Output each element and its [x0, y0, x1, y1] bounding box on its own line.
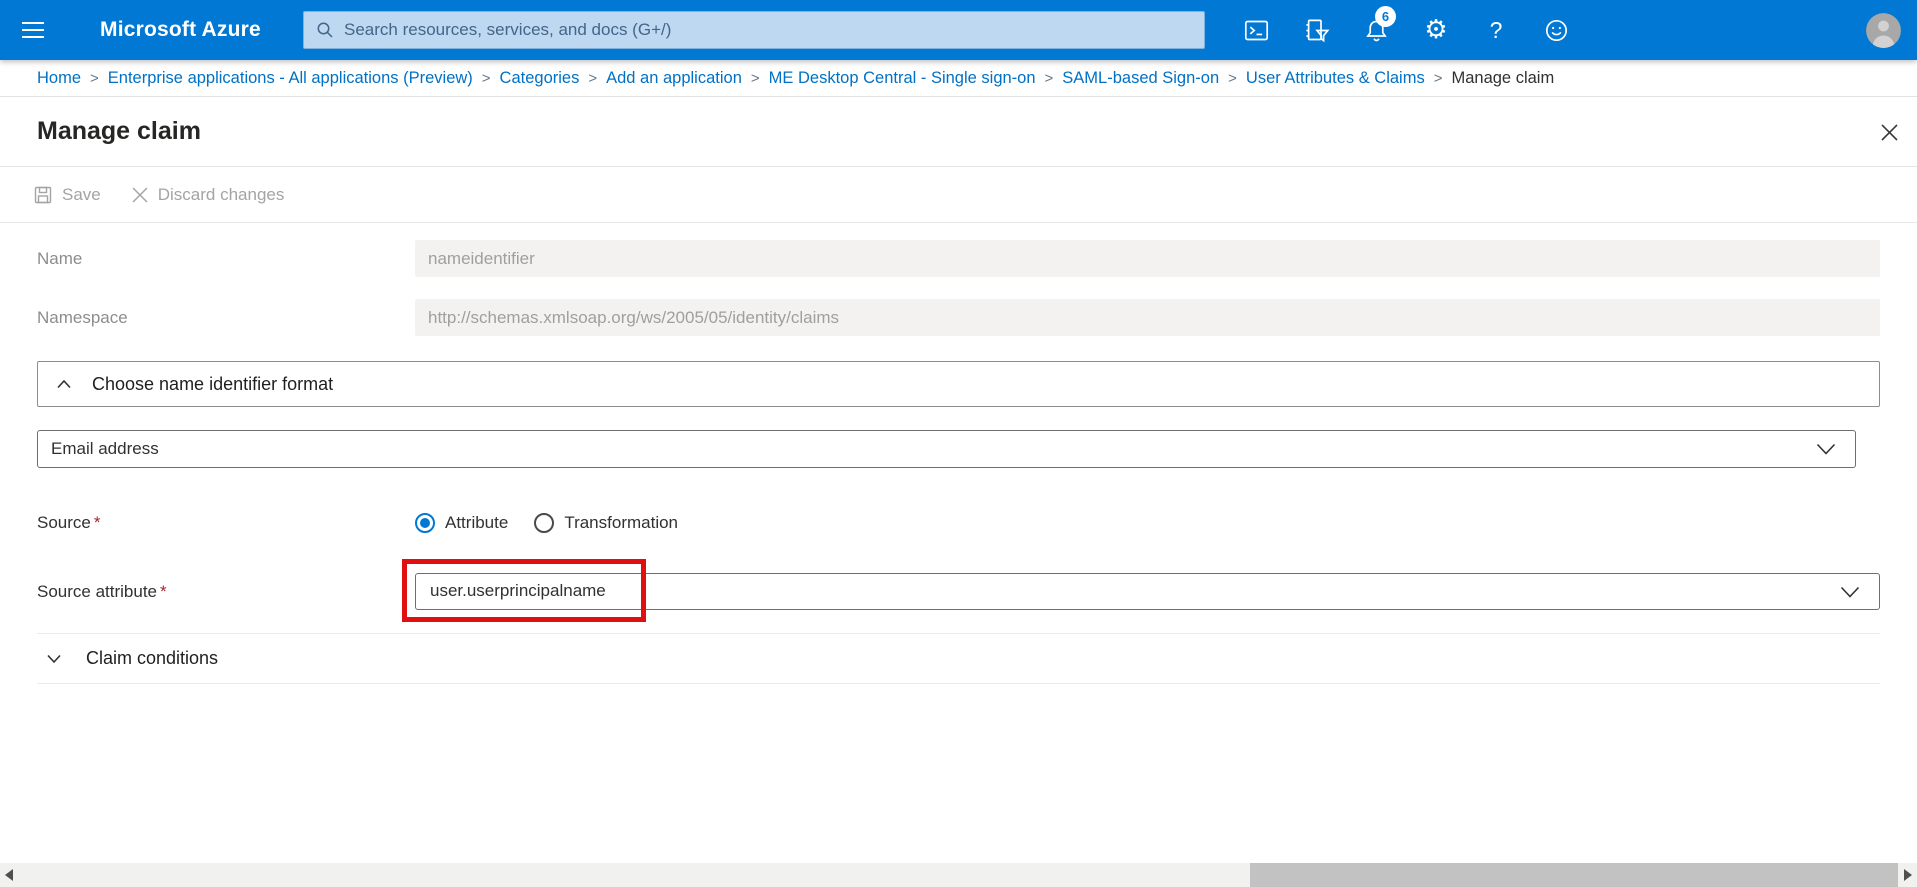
chevron-down-icon	[1816, 443, 1836, 455]
discard-changes-label: Discard changes	[157, 184, 285, 204]
breadcrumb-me-desktop-central-sso[interactable]: ME Desktop Central - Single sign-on	[769, 69, 1036, 88]
discard-x-icon	[132, 186, 148, 203]
source-label: Source *	[37, 513, 101, 532]
source-option-transformation[interactable]: Transformation	[534, 513, 678, 533]
command-bar: Save Discard changes	[0, 167, 1917, 223]
chevron-up-icon	[57, 379, 71, 389]
breadcrumb-home[interactable]: Home	[37, 69, 81, 88]
name-identifier-format-selected: Email address	[51, 439, 159, 458]
azure-top-bar: Microsoft Azure 6	[0, 0, 1917, 60]
help-icon[interactable]: ?	[1466, 0, 1526, 60]
chevron-down-icon	[1840, 586, 1860, 598]
scroll-left-arrow[interactable]	[5, 869, 13, 881]
account-avatar[interactable]	[1866, 13, 1901, 48]
save-label: Save	[62, 184, 101, 204]
breadcrumb-categories[interactable]: Categories	[500, 69, 580, 88]
discard-changes-button[interactable]: Discard changes	[131, 184, 285, 205]
save-icon	[34, 186, 52, 203]
search-input[interactable]	[344, 20, 1192, 40]
source-radio-group: Attribute Transformation	[415, 513, 678, 533]
page-title: Manage claim	[37, 117, 201, 145]
choose-name-identifier-format-label: Choose name identifier format	[92, 373, 334, 394]
settings-gear-icon[interactable]: ⚙	[1406, 0, 1466, 60]
notifications-bell-icon[interactable]: 6	[1346, 0, 1406, 60]
brand-title: Microsoft Azure	[100, 18, 261, 41]
scroll-right-arrow[interactable]	[1904, 869, 1912, 881]
directory-filter-icon[interactable]	[1286, 0, 1346, 60]
name-input: nameidentifier	[415, 240, 1880, 277]
namespace-label: Namespace	[37, 307, 128, 327]
breadcrumb-saml-based-sign-on[interactable]: SAML-based Sign-on	[1062, 69, 1219, 88]
breadcrumb-manage-claim-current: Manage claim	[1451, 68, 1555, 87]
name-label: Name	[37, 248, 83, 268]
source-attribute-label: Source attribute *	[37, 581, 167, 601]
claim-conditions-section[interactable]: Claim conditions	[37, 634, 1880, 683]
horizontal-scrollbar[interactable]	[0, 863, 1917, 887]
source-option-attribute[interactable]: Attribute	[415, 513, 508, 533]
namespace-input: http://schemas.xmlsoap.org/ws/2005/05/id…	[415, 299, 1880, 336]
required-asterisk: *	[93, 513, 101, 532]
source-attribute-value: user.userprincipalname	[430, 581, 606, 600]
required-asterisk: *	[160, 581, 167, 601]
breadcrumb-add-an-application[interactable]: Add an application	[606, 69, 742, 88]
close-icon[interactable]	[1877, 120, 1901, 144]
source-attribute-combobox[interactable]: user.userprincipalname	[415, 573, 1880, 610]
breadcrumb: Home > Enterprise applications - All app…	[0, 60, 1917, 97]
cloud-shell-icon[interactable]	[1226, 0, 1286, 60]
save-button[interactable]: Save	[33, 185, 101, 205]
chevron-down-icon	[47, 654, 61, 663]
breadcrumb-enterprise-applications[interactable]: Enterprise applications - All applicatio…	[108, 69, 473, 88]
breadcrumb-user-attributes-claims[interactable]: User Attributes & Claims	[1246, 69, 1425, 88]
feedback-smiley-icon[interactable]	[1526, 0, 1586, 60]
notification-count-badge: 6	[1375, 6, 1396, 27]
global-search[interactable]	[303, 11, 1205, 49]
blade-header: Manage claim	[0, 97, 1917, 167]
scrollbar-thumb[interactable]	[1250, 863, 1898, 887]
choose-name-identifier-format-section[interactable]: Choose name identifier format	[37, 361, 1880, 407]
claim-conditions-label: Claim conditions	[86, 648, 219, 668]
radio-selected-icon	[415, 513, 435, 533]
hamburger-menu-icon[interactable]	[0, 0, 66, 60]
radio-unselected-icon	[534, 513, 555, 533]
search-icon	[317, 22, 333, 38]
name-identifier-format-dropdown[interactable]: Email address	[37, 430, 1856, 468]
divider	[37, 683, 1880, 684]
manage-claim-form: Name nameidentifier Namespace http://sch…	[0, 240, 1917, 684]
